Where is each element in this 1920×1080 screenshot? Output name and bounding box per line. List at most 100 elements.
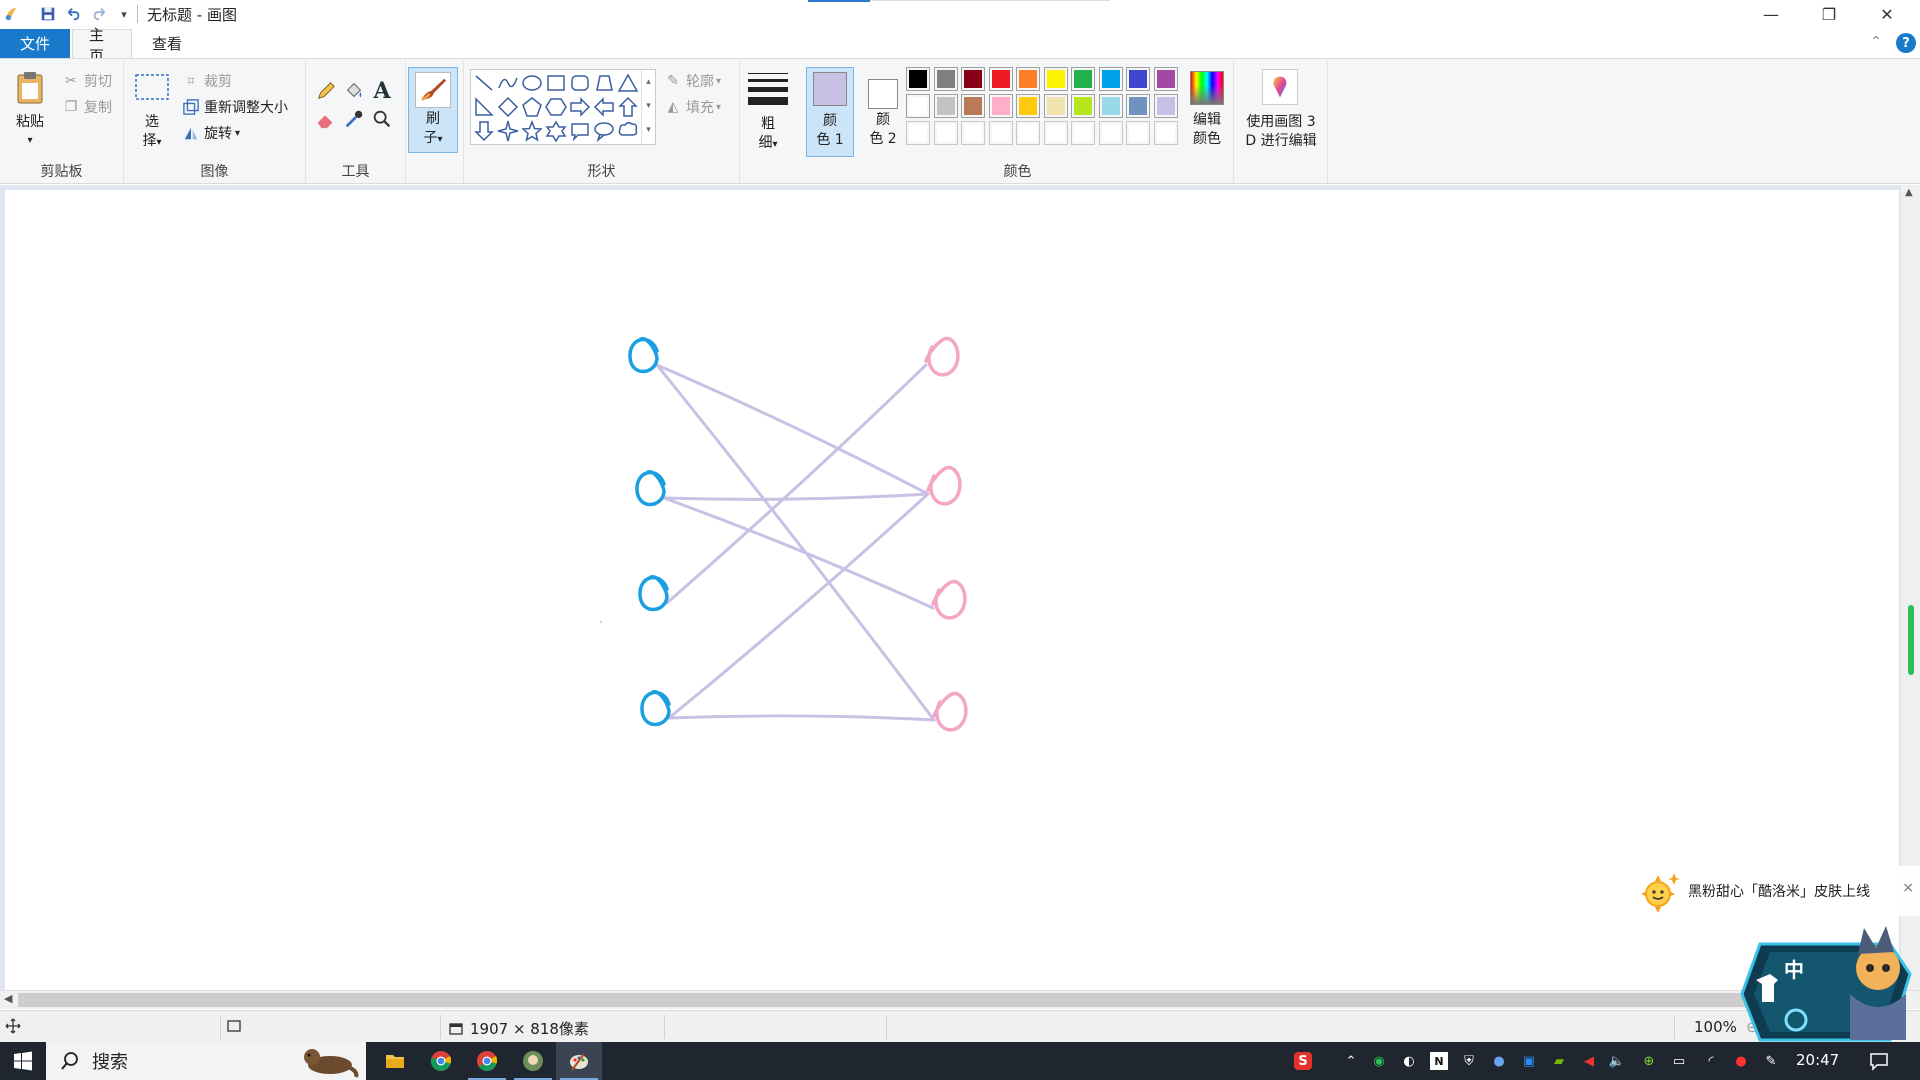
brushes-button[interactable]: 刷 子▾ <box>408 67 458 153</box>
color-swatch[interactable] <box>1071 67 1095 91</box>
color-swatch[interactable] <box>1098 67 1123 91</box>
color-swatch[interactable] <box>1153 67 1178 91</box>
notion-icon[interactable]: N <box>1430 1052 1448 1070</box>
paint3d-icon[interactable] <box>1262 69 1298 105</box>
paste-icon[interactable] <box>12 69 48 105</box>
copy-button[interactable]: ❐ 复制 <box>62 97 112 117</box>
tab-view[interactable]: 查看 <box>136 29 198 58</box>
five-point-star-shape-icon[interactable] <box>521 119 543 142</box>
color-swatch[interactable] <box>933 94 958 118</box>
pen-icon[interactable]: ✎ <box>1762 1052 1780 1070</box>
color-swatch[interactable] <box>1043 121 1068 145</box>
rotate-button[interactable]: 旋转 ▾ <box>182 123 240 143</box>
color-swatch[interactable] <box>961 121 985 145</box>
curve-shape-icon[interactable] <box>497 72 519 94</box>
paste-dropdown-icon[interactable]: ▾ <box>8 131 52 150</box>
color-swatch[interactable] <box>961 67 985 91</box>
zoom-level[interactable]: 100% <box>1694 1018 1737 1036</box>
shapes-scroll[interactable]: ▴ ▾ ▾ <box>641 70 655 146</box>
nvidia-icon[interactable]: ▰ <box>1550 1052 1568 1070</box>
rounded-rectangle-shape-icon[interactable] <box>569 72 591 94</box>
pencil-icon[interactable] <box>314 79 338 103</box>
horizontal-scroll-thumb[interactable] <box>18 993 1898 1007</box>
cloud-callout-shape-icon[interactable] <box>617 120 639 142</box>
chrome-app-2[interactable] <box>464 1042 510 1080</box>
show-hidden-icons-icon[interactable]: ⌃ <box>1342 1052 1360 1070</box>
color-swatch[interactable] <box>906 67 930 91</box>
rectangle-shape-icon[interactable] <box>545 72 567 94</box>
color-swatch[interactable] <box>906 121 930 145</box>
oval-callout-shape-icon[interactable] <box>593 120 615 143</box>
color-swatch[interactable] <box>933 67 958 91</box>
color-swatch[interactable] <box>1126 67 1150 91</box>
cloud-icon[interactable]: ● <box>1490 1052 1508 1070</box>
scroll-up-icon[interactable]: ▲ <box>1905 187 1913 198</box>
paint3d-label-1[interactable]: 使用画图 3 <box>1234 113 1328 132</box>
text-tool-icon[interactable]: A <box>370 78 394 104</box>
rounded-callout-shape-icon[interactable] <box>569 120 591 142</box>
color-swatch[interactable] <box>988 67 1013 91</box>
edge-icon[interactable]: ◐ <box>1400 1052 1418 1070</box>
edit-colors-button[interactable]: 编辑 颜色 <box>1184 67 1230 157</box>
paint-app-icon[interactable] <box>2 4 22 24</box>
color-swatch[interactable] <box>1098 121 1123 145</box>
color-swatch[interactable] <box>933 121 958 145</box>
paste-label[interactable]: 粘贴 <box>8 113 52 132</box>
tab-file[interactable]: 文件 <box>0 29 70 58</box>
cut-button[interactable]: ✂ 剪切 <box>62 71 112 91</box>
select-label-2[interactable]: 择▾ <box>130 132 174 152</box>
color-swatch[interactable] <box>1043 94 1068 118</box>
taskbar-search[interactable]: 搜索 <box>46 1042 366 1080</box>
scroll-indicator[interactable] <box>1908 605 1914 675</box>
color-swatch[interactable] <box>1043 67 1068 91</box>
polygon-shape-icon[interactable] <box>593 72 615 94</box>
select-label-1[interactable]: 选 <box>134 113 170 132</box>
right-arrow-shape-icon[interactable] <box>569 96 591 118</box>
color2-button[interactable]: 颜 色 2 <box>860 67 906 157</box>
color-swatch[interactable] <box>1071 121 1095 145</box>
line-shape-icon[interactable] <box>473 72 495 94</box>
select-icon[interactable] <box>134 73 170 101</box>
color-swatch[interactable] <box>988 94 1013 118</box>
color-swatch[interactable] <box>1153 94 1178 118</box>
color-swatch[interactable] <box>906 94 930 118</box>
six-point-star-shape-icon[interactable] <box>545 120 567 143</box>
minimize-button[interactable]: — <box>1742 0 1800 28</box>
oval-shape-icon[interactable] <box>521 72 543 94</box>
size-label-1[interactable]: 粗 <box>748 115 788 134</box>
fill-button[interactable]: ◭ 填充 ▾ <box>664 97 721 117</box>
magnifier-icon[interactable] <box>370 107 394 131</box>
tab-home[interactable]: 主页 <box>72 26 132 65</box>
help-icon[interactable]: ? <box>1896 33 1916 53</box>
windows-security-icon[interactable]: ⛨ <box>1460 1052 1478 1070</box>
battery-icon[interactable]: ▭ <box>1670 1052 1688 1070</box>
notification-popup[interactable]: 黑粉甜心「酷洛米」皮肤上线 × <box>1630 866 1920 916</box>
scroll-left-icon[interactable]: ◀ <box>4 992 12 1005</box>
four-point-star-shape-icon[interactable] <box>497 120 519 142</box>
paint3d-label-2[interactable]: D 进行编辑 <box>1234 132 1328 151</box>
diamond-shape-icon[interactable] <box>497 96 519 118</box>
size-label-2[interactable]: 细▾ <box>744 134 792 154</box>
size-lines-icon[interactable] <box>748 73 788 105</box>
left-arrow-shape-icon[interactable] <box>593 96 615 118</box>
media-app-icon[interactable]: ◀ <box>1580 1052 1598 1070</box>
plugin-icon[interactable]: ⊕ <box>1640 1052 1658 1070</box>
right-triangle-shape-icon[interactable] <box>473 96 495 118</box>
close-button[interactable]: ✕ <box>1858 0 1916 28</box>
collapse-ribbon-icon[interactable]: ⌃ <box>1870 34 1882 50</box>
color-swatch[interactable] <box>1016 121 1040 145</box>
resize-button[interactable]: 重新调整大小 <box>182 97 288 117</box>
drawing-canvas[interactable] <box>5 190 1899 990</box>
game-app[interactable] <box>510 1042 556 1080</box>
qq-icon[interactable]: ● <box>1732 1052 1750 1070</box>
horizontal-scrollbar[interactable]: ◀ <box>0 990 1920 1009</box>
file-explorer-app[interactable] <box>372 1042 418 1080</box>
start-button[interactable] <box>0 1042 46 1080</box>
network-app-icon[interactable]: ▣ <box>1520 1052 1538 1070</box>
color-swatch[interactable] <box>1126 94 1150 118</box>
customize-quick-access-icon[interactable]: ▾ <box>114 4 134 24</box>
notification-center-icon[interactable] <box>1868 1050 1890 1072</box>
sync-icon[interactable]: ◉ <box>1370 1052 1388 1070</box>
maximize-button[interactable]: ❐ <box>1800 0 1858 28</box>
up-arrow-shape-icon[interactable] <box>617 96 639 118</box>
